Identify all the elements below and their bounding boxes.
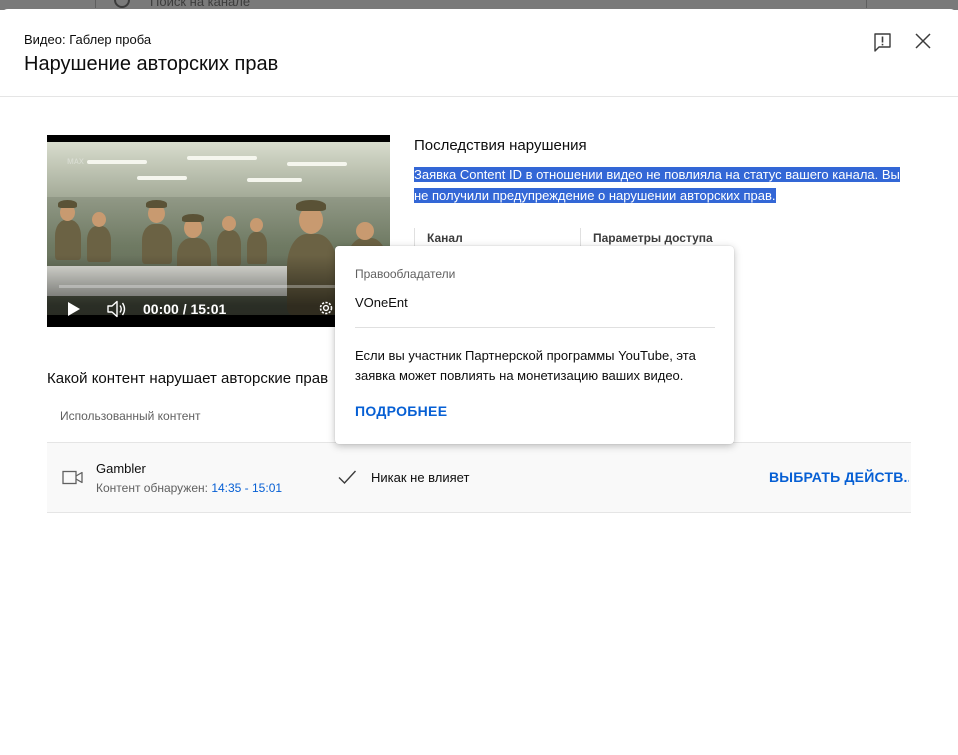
owner-name: VOneEnt <box>355 295 408 310</box>
progress-bar[interactable] <box>59 285 378 288</box>
content-title: Gambler <box>96 461 146 476</box>
content-detected: Контент обнаружен: 14:35 - 15:01 <box>96 481 282 495</box>
owners-popup: Правообладатели VOneEnt Если вы участник… <box>335 246 734 444</box>
gear-icon <box>319 301 333 315</box>
volume-button[interactable] <box>107 300 127 318</box>
dialog-title: Нарушение авторских прав <box>24 53 279 75</box>
settings-button[interactable] <box>317 299 335 317</box>
volume-icon <box>107 300 126 318</box>
owners-label: Правообладатели <box>355 267 456 281</box>
column-used-content: Использованный контент <box>60 409 201 423</box>
detected-time-link[interactable]: 14:35 - 15:01 <box>211 481 282 495</box>
consequences-title: Последствия нарушения <box>414 137 587 154</box>
table-row: Gambler Контент обнаружен: 14:35 - 15:01… <box>47 442 911 513</box>
section-title: Какой контент нарушает авторские прав <box>47 370 329 387</box>
video-camera-icon <box>62 470 83 485</box>
consequences-text-line1: Заявка Content ID в отношении видео не п… <box>414 167 900 182</box>
dialog-header: Видео: Габлер проба Нарушение авторских … <box>0 9 958 97</box>
check-icon <box>337 469 357 485</box>
monetization-note: Если вы участник Партнерской программы Y… <box>355 348 696 383</box>
consequences-columns: Канал Параметры доступа <box>414 228 914 248</box>
time-readout: 00:00 / 15:01 <box>143 301 227 317</box>
report-feedback-button[interactable] <box>874 33 891 52</box>
choose-action-button[interactable]: ВЫБРАТЬ ДЕЙСТВ... <box>769 469 909 485</box>
background-search-placeholder: Поиск на канале <box>150 0 251 9</box>
feedback-icon <box>874 33 891 52</box>
close-button[interactable] <box>915 33 931 49</box>
consequences-text: Заявка Content ID в отношении видео не п… <box>414 164 914 206</box>
video-watermark: ᴍᴀx <box>67 156 84 167</box>
learn-more-link[interactable]: ПОДРОБНЕЕ <box>355 403 447 419</box>
close-icon <box>915 33 931 49</box>
impact-status: Никак не влияет <box>371 470 470 485</box>
column-access: Параметры доступа <box>593 231 713 245</box>
copyright-dialog: Видео: Габлер проба Нарушение авторских … <box>0 9 958 755</box>
video-label: Видео: Габлер проба <box>24 32 152 47</box>
divider <box>355 327 715 328</box>
play-icon <box>68 302 80 316</box>
detected-label: Контент обнаружен: <box>96 481 212 495</box>
play-button[interactable] <box>67 301 81 317</box>
column-channel: Канал <box>427 231 463 245</box>
consequences-text-line2: не получили предупреждение о нарушении а… <box>414 188 776 203</box>
